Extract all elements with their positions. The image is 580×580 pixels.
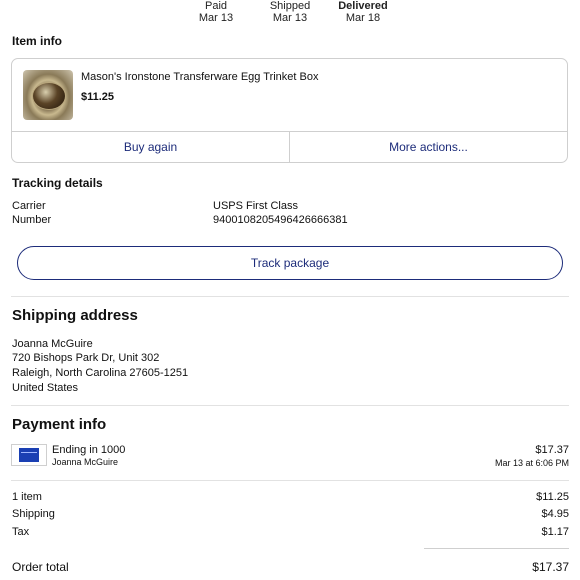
tax-value: $1.17 xyxy=(541,526,569,538)
track-package-button[interactable]: Track package xyxy=(17,246,563,280)
status-label: Shipped xyxy=(269,0,311,12)
egg-box-image xyxy=(32,82,66,110)
card-ending: Ending in 1000 xyxy=(52,444,126,456)
shipping-address-title: Shipping address xyxy=(12,307,138,324)
shipping-line2: Raleigh, North Carolina 27605-1251 xyxy=(12,367,189,379)
item-info-title: Item info xyxy=(12,34,62,48)
divider xyxy=(11,405,569,406)
more-actions-button[interactable]: More actions... xyxy=(289,132,567,162)
status-paid: Paid Mar 13 xyxy=(176,0,256,24)
status-delivered: Delivered Mar 18 xyxy=(323,0,403,24)
shipping-line1: 720 Bishops Park Dr, Unit 302 xyxy=(12,352,160,364)
items-label: 1 item xyxy=(12,491,42,503)
tax-label: Tax xyxy=(12,526,30,538)
payment-amount: $17.37 xyxy=(535,444,569,456)
status-label: Paid xyxy=(204,0,228,12)
divider xyxy=(11,480,569,481)
status-shipped: Shipped Mar 13 xyxy=(250,0,330,24)
buy-again-button[interactable]: Buy again xyxy=(12,132,289,162)
carrier-label: Carrier xyxy=(12,200,46,212)
item-thumbnail[interactable] xyxy=(23,70,73,120)
status-date: Mar 13 xyxy=(272,12,308,24)
item-actions: Buy again More actions... xyxy=(12,131,567,162)
status-date: Mar 18 xyxy=(345,12,381,24)
order-total-value: $17.37 xyxy=(532,560,569,574)
payment-info-title: Payment info xyxy=(12,416,107,433)
tracking-number-label: Number xyxy=(12,214,52,226)
carrier-value: USPS First Class xyxy=(213,200,298,212)
item-card: Mason's Ironstone Transferware Egg Trink… xyxy=(11,58,568,163)
tracking-number-value: 9400108205496426666381 xyxy=(213,214,348,226)
item-name[interactable]: Mason's Ironstone Transferware Egg Trink… xyxy=(81,71,319,83)
shipping-cost-value: $4.95 xyxy=(541,508,569,520)
payment-datetime: Mar 13 at 6:06 PM xyxy=(494,458,569,468)
card-holder: Joanna McGuire xyxy=(52,457,119,467)
item-row[interactable]: Mason's Ironstone Transferware Egg Trink… xyxy=(12,59,567,131)
items-value: $11.25 xyxy=(536,491,569,503)
status-date: Mar 13 xyxy=(198,12,234,24)
total-divider xyxy=(424,548,569,549)
shipping-country: United States xyxy=(12,382,79,394)
item-price: $11.25 xyxy=(81,91,115,103)
status-label: Delivered xyxy=(338,0,388,12)
shipping-name: Joanna McGuire xyxy=(12,338,93,350)
credit-card-icon xyxy=(11,444,47,466)
divider xyxy=(11,296,569,297)
order-total-label: Order total xyxy=(12,560,69,574)
tracking-title: Tracking details xyxy=(12,176,103,190)
shipping-cost-label: Shipping xyxy=(12,508,55,520)
